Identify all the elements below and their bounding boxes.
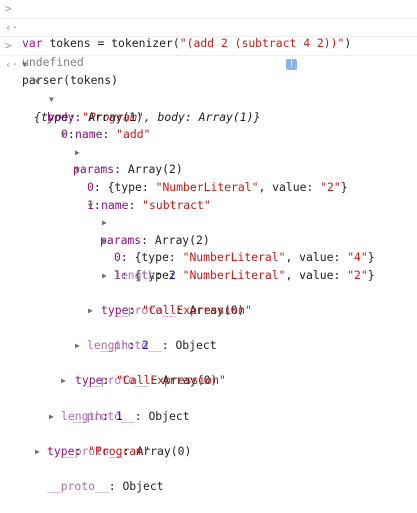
input-prompt-icon: > <box>5 2 12 15</box>
triangle-down-icon[interactable]: ▼ <box>22 56 32 74</box>
tree-prop-type: type: "CallExpression" <box>75 373 226 388</box>
devtools-console: > var tokens = tokenizer("(add 2 (subtra… <box>0 0 417 493</box>
tree-prop-type: type: "CallExpression" <box>101 303 252 318</box>
tree-node-params-0[interactable]: ▶ 0: {type: "NumberLiteral", value: "2"} <box>0 144 417 194</box>
tree-node-proto[interactable]: ▶ __proto__: Object <box>0 302 417 352</box>
tree-prop-type: type: "Program" <box>47 443 150 458</box>
tree-prop-name: name: "add" <box>75 127 151 142</box>
tree-node-params[interactable]: ▼ params: Array(2) <box>0 197 417 247</box>
tree-node-proto[interactable]: ▶ __proto__: Array(0) <box>0 408 417 458</box>
tree-prop-length: length: 2 <box>87 338 149 353</box>
tree-prop-length: length: 2 <box>114 267 176 282</box>
tree-node-proto[interactable]: ▶ __proto__: Array(0) <box>0 337 417 387</box>
triangle-right-icon[interactable]: ▶ <box>75 144 85 162</box>
tree-root[interactable]: ‹· ▼ {type: "Program", body: Array(1)} i <box>0 56 417 124</box>
console-entry-result: ‹· undefined <box>0 19 417 69</box>
triangle-right-icon[interactable]: ▶ <box>49 408 59 426</box>
triangle-down-icon[interactable]: ▼ <box>88 197 98 215</box>
triangle-down-icon[interactable]: ▼ <box>49 91 59 109</box>
triangle-down-icon[interactable]: ▼ <box>75 161 85 179</box>
tree-node-body-0[interactable]: ▼ 0: <box>0 91 417 141</box>
tree-node-params-0[interactable]: ▶ 0: {type: "NumberLiteral", value: "4"} <box>0 214 417 264</box>
tree-node-proto[interactable]: ▶ __proto__: Object <box>0 372 417 422</box>
tree-prop-name: name: "subtract" <box>101 197 211 212</box>
console-entry-input: > parser(tokens) <box>0 37 417 87</box>
tree-node-params[interactable]: ▼ params: Array(2) <box>0 126 417 176</box>
result-arrow-icon: ‹· <box>5 57 19 71</box>
tree-prop-length: length: 1 <box>61 408 123 423</box>
input-prompt-icon: > <box>5 39 12 53</box>
tree-node-proto[interactable]: ▶ __proto__: Object <box>0 443 417 493</box>
object-tree: ‹· ▼ {type: "Program", body: Array(1)} i… <box>0 56 417 493</box>
console-entry-input: > var tokens = tokenizer("(add 2 (subtra… <box>0 0 417 50</box>
triangle-right-icon[interactable]: ▶ <box>88 302 98 320</box>
triangle-down-icon[interactable]: ▼ <box>35 73 45 91</box>
triangle-right-icon[interactable]: ▶ <box>75 337 85 355</box>
tree-node-proto[interactable]: ▶ __proto__: Array(0) <box>0 267 417 317</box>
triangle-right-icon[interactable]: ▶ <box>102 232 112 250</box>
tree-node-body[interactable]: ▼ body: Array(1) <box>0 73 417 123</box>
tree-node-params-1[interactable]: ▶ 1: {type: "NumberLiteral", value: "2"} <box>0 232 417 282</box>
info-icon[interactable]: i <box>286 58 297 70</box>
triangle-right-icon[interactable]: ▶ <box>61 372 71 390</box>
triangle-right-icon[interactable]: ▶ <box>35 443 45 461</box>
triangle-right-icon[interactable]: ▶ <box>102 267 112 285</box>
triangle-down-icon[interactable]: ▼ <box>61 126 71 144</box>
result-arrow-icon: ‹· <box>5 20 19 34</box>
triangle-right-icon[interactable]: ▶ <box>102 214 112 232</box>
tree-node-params-1[interactable]: ▼ 1: <box>0 161 417 211</box>
